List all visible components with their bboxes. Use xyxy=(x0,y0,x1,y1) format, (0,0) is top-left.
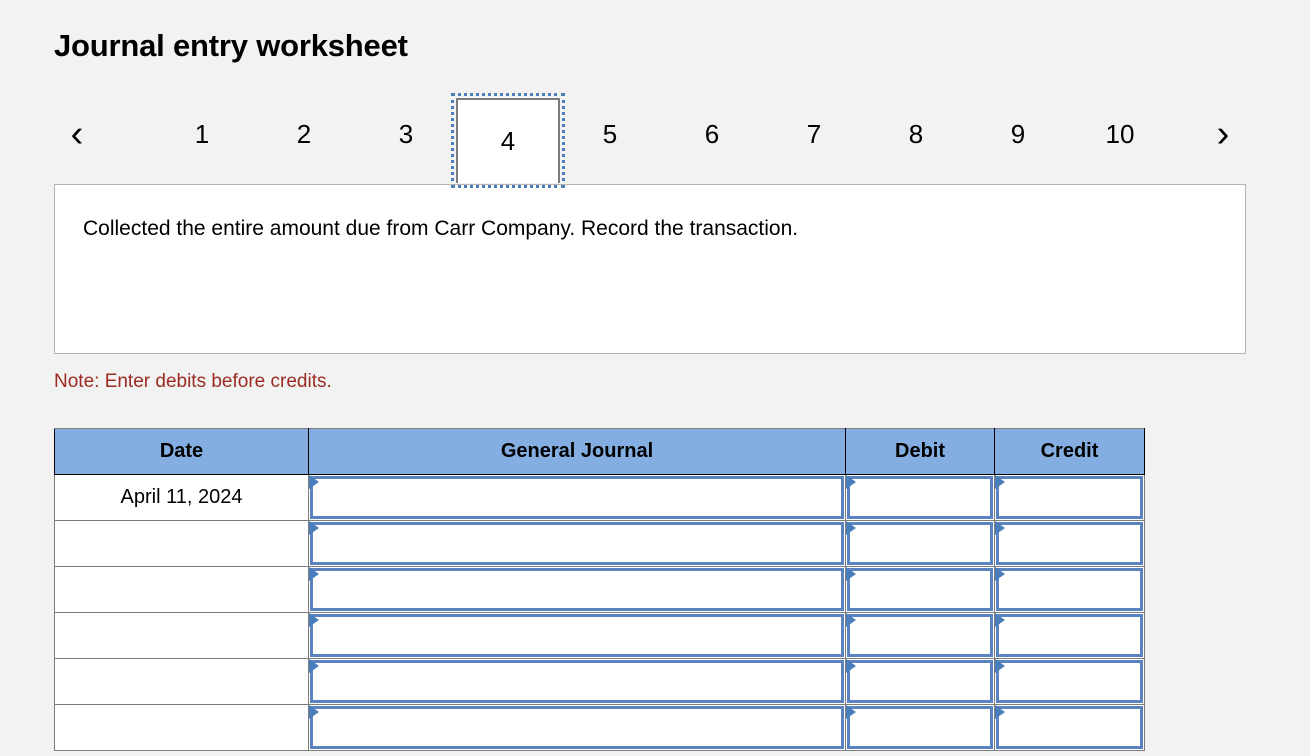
pager-tab-3[interactable]: 3 xyxy=(378,98,434,170)
pager-tab-10[interactable]: 10 xyxy=(1092,98,1148,170)
instruction-text: Collected the entire amount due from Car… xyxy=(83,217,799,240)
general-journal-input[interactable] xyxy=(310,660,844,703)
cell-date[interactable] xyxy=(54,566,309,613)
cell-debit xyxy=(845,474,995,521)
general-journal-input[interactable] xyxy=(310,706,844,749)
cell-credit xyxy=(994,658,1145,705)
credit-input[interactable] xyxy=(996,614,1143,657)
cell-credit xyxy=(994,566,1145,613)
worksheet-pagination: ‹ › 1 2 3 4 5 6 7 8 9 10 xyxy=(54,93,1246,188)
general-journal-input[interactable] xyxy=(310,522,844,565)
table-row xyxy=(54,520,1145,567)
table-row xyxy=(54,566,1145,613)
table-row xyxy=(54,704,1145,751)
cell-debit xyxy=(845,704,995,751)
cell-date[interactable]: April 11, 2024 xyxy=(54,474,309,521)
credit-input[interactable] xyxy=(996,660,1143,703)
cell-date[interactable] xyxy=(54,520,309,567)
pager-tab-6[interactable]: 6 xyxy=(684,98,740,170)
cell-general-journal xyxy=(308,566,846,613)
pager-tab-4[interactable]: 4 xyxy=(451,93,565,188)
table-row xyxy=(54,612,1145,659)
column-header-general-journal: General Journal xyxy=(308,428,846,475)
general-journal-input[interactable] xyxy=(310,476,844,519)
debit-input[interactable] xyxy=(847,706,993,749)
instruction-panel: Collected the entire amount due from Car… xyxy=(54,184,1246,354)
cell-credit xyxy=(994,474,1145,521)
credit-input[interactable] xyxy=(996,476,1143,519)
pager-tab-5[interactable]: 5 xyxy=(582,98,638,170)
table-row xyxy=(54,658,1145,705)
debit-input[interactable] xyxy=(847,522,993,565)
cell-credit xyxy=(994,612,1145,659)
column-header-date: Date xyxy=(54,428,309,475)
pager-tab-2[interactable]: 2 xyxy=(276,98,332,170)
note-text: Note: Enter debits before credits. xyxy=(54,371,332,392)
pager-tab-9[interactable]: 9 xyxy=(990,98,1046,170)
chevron-left-icon[interactable]: ‹ xyxy=(54,98,100,170)
pager-tab-1[interactable]: 1 xyxy=(174,98,230,170)
debit-input[interactable] xyxy=(847,614,993,657)
pager-tab-8[interactable]: 8 xyxy=(888,98,944,170)
cell-date[interactable] xyxy=(54,704,309,751)
cell-general-journal xyxy=(308,704,846,751)
cell-general-journal xyxy=(308,612,846,659)
table-header: Date General Journal Debit Credit xyxy=(54,428,1145,475)
debit-input[interactable] xyxy=(847,568,993,611)
column-header-debit: Debit xyxy=(845,428,995,475)
cell-debit xyxy=(845,612,995,659)
cell-debit xyxy=(845,658,995,705)
chevron-right-icon[interactable]: › xyxy=(1200,98,1246,170)
cell-debit xyxy=(845,566,995,613)
cell-general-journal xyxy=(308,474,846,521)
cell-date[interactable] xyxy=(54,658,309,705)
debit-input[interactable] xyxy=(847,476,993,519)
cell-credit xyxy=(994,704,1145,751)
credit-input[interactable] xyxy=(996,706,1143,749)
column-header-credit: Credit xyxy=(994,428,1145,475)
credit-input[interactable] xyxy=(996,522,1143,565)
general-journal-input[interactable] xyxy=(310,568,844,611)
cell-general-journal xyxy=(308,658,846,705)
cell-general-journal xyxy=(308,520,846,567)
pager-tab-7[interactable]: 7 xyxy=(786,98,842,170)
credit-input[interactable] xyxy=(996,568,1143,611)
cell-credit xyxy=(994,520,1145,567)
general-journal-input[interactable] xyxy=(310,614,844,657)
table-body: April 11, 2024 xyxy=(54,474,1145,751)
table-header-row: Date General Journal Debit Credit xyxy=(54,428,1145,475)
cell-date[interactable] xyxy=(54,612,309,659)
debit-input[interactable] xyxy=(847,660,993,703)
journal-entry-table: Date General Journal Debit Credit April … xyxy=(54,428,1145,751)
page-title: Journal entry worksheet xyxy=(54,28,408,63)
cell-debit xyxy=(845,520,995,567)
table-row: April 11, 2024 xyxy=(54,474,1145,521)
